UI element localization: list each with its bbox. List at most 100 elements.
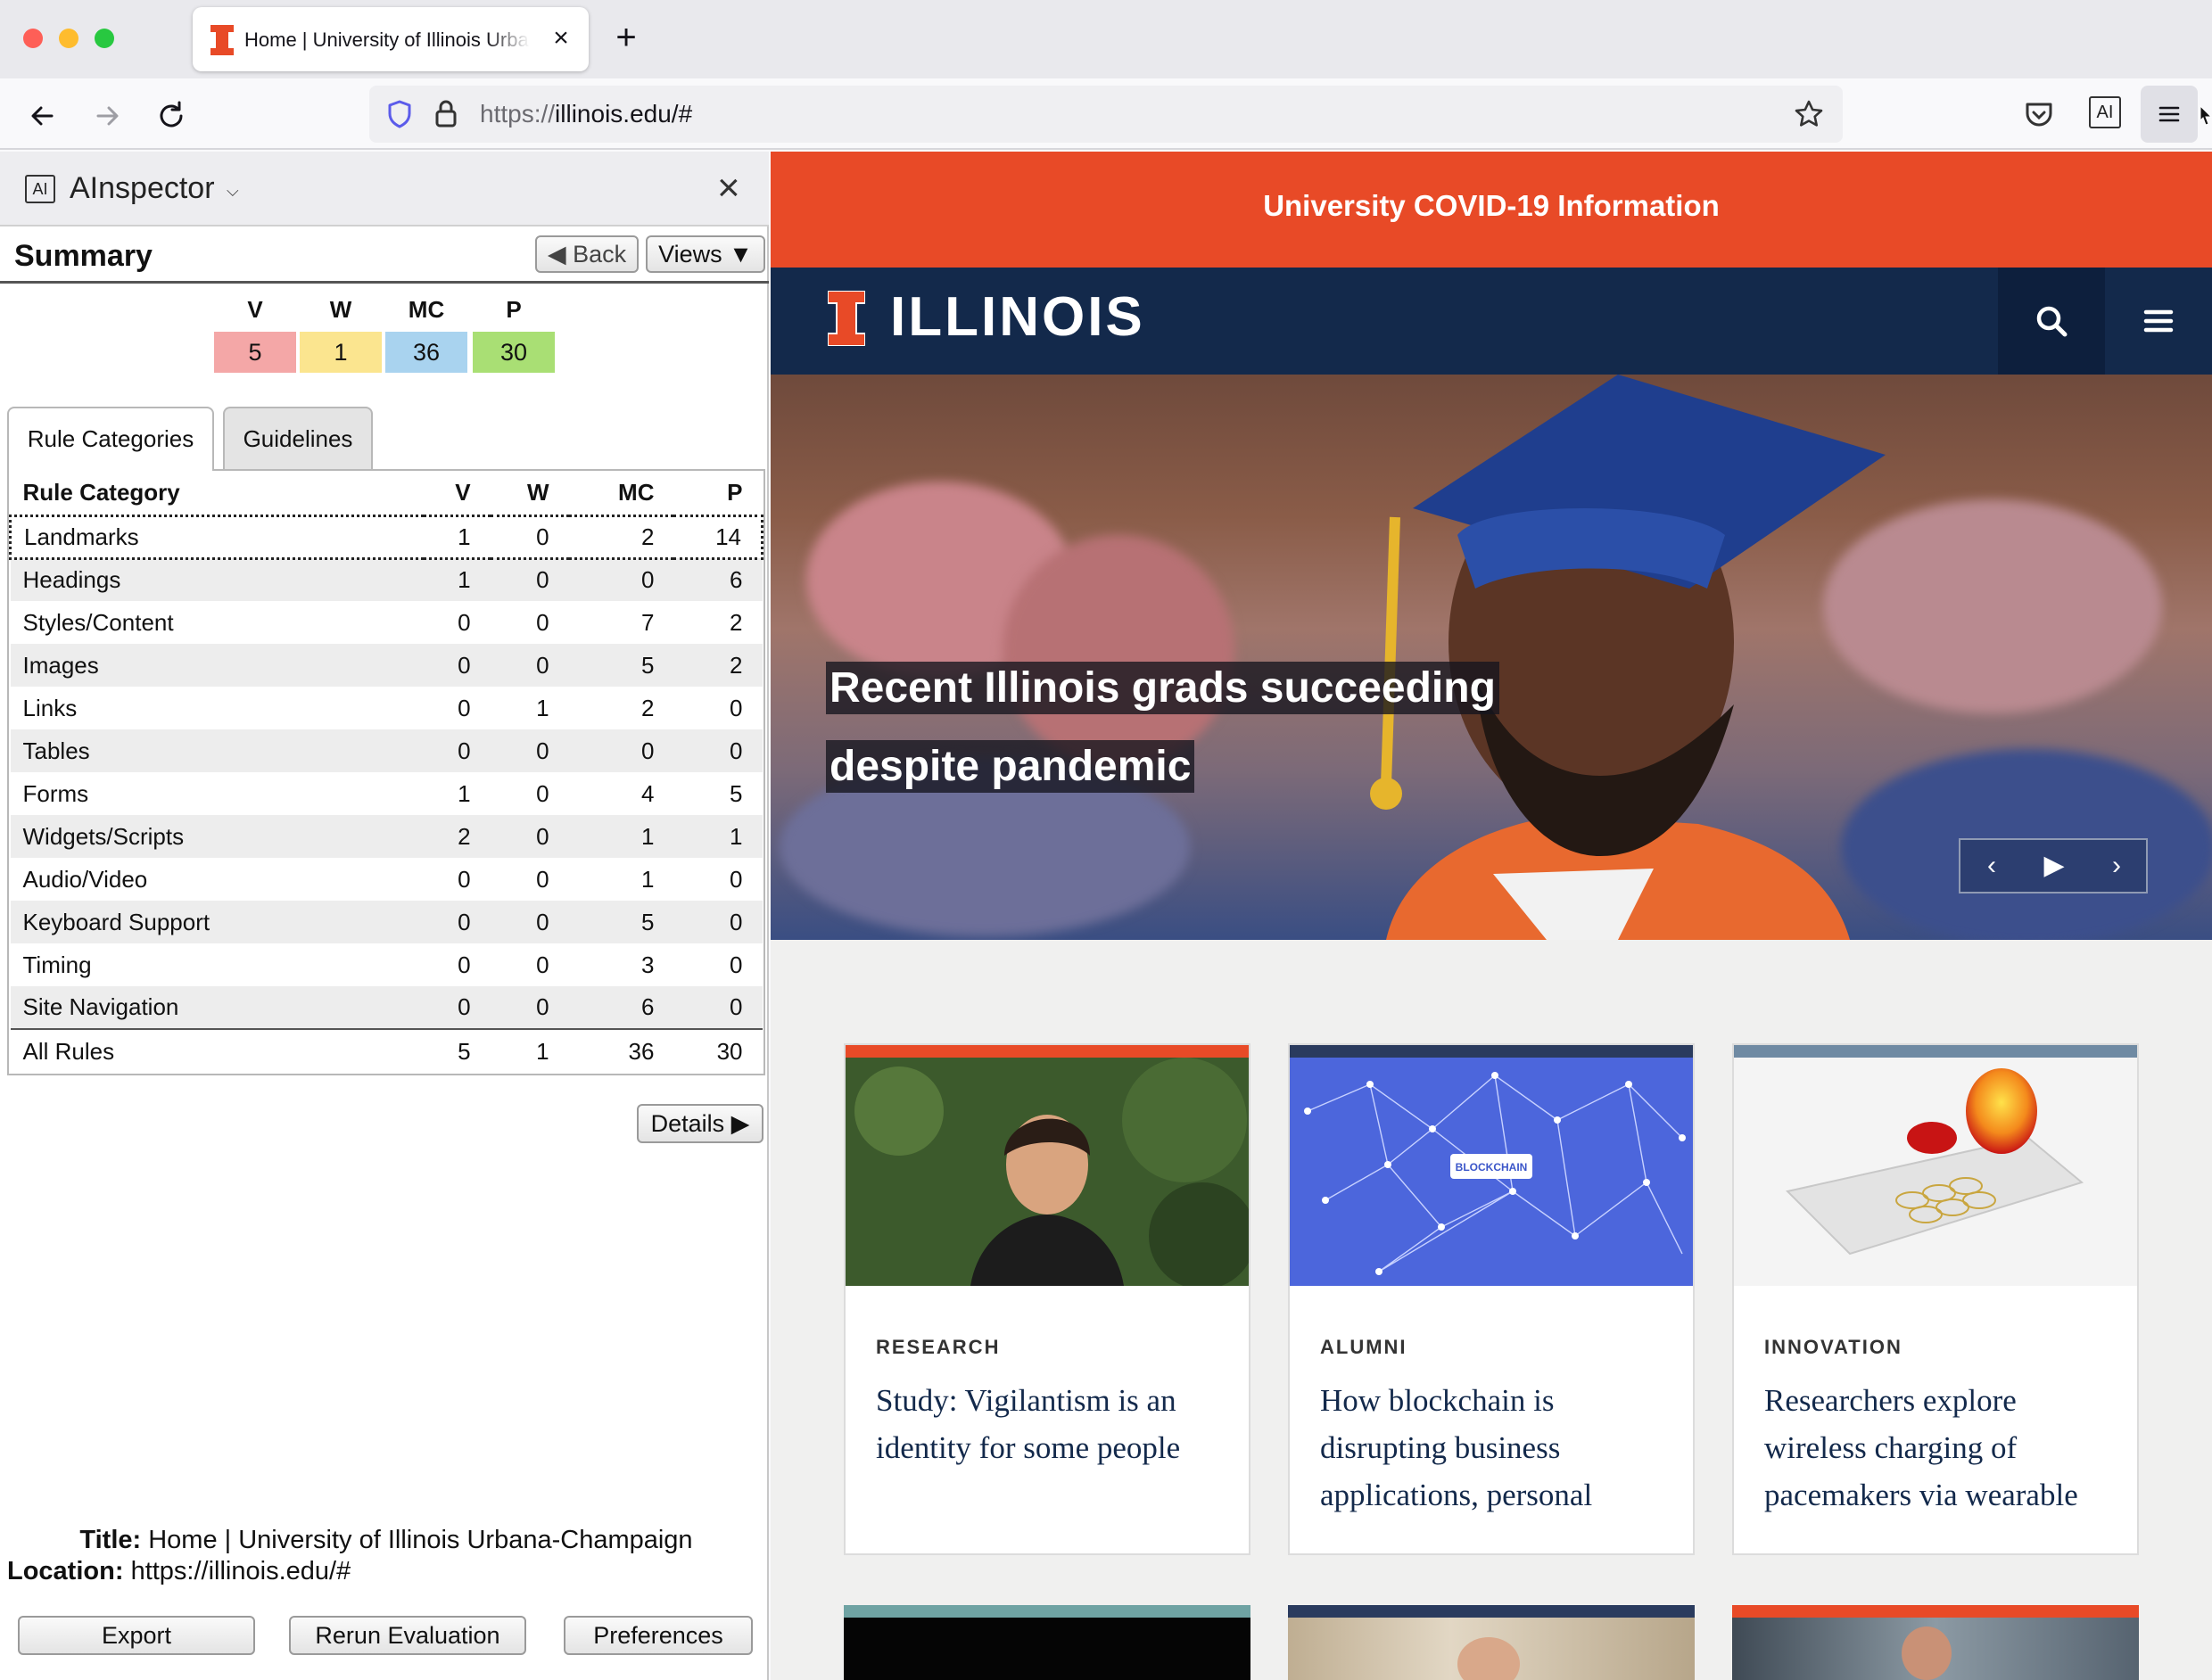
table-total-row[interactable]: All Rules 5 1 36 30 bbox=[10, 1028, 763, 1074]
carousel-prev-icon[interactable]: ‹ bbox=[1960, 840, 2023, 892]
story-card[interactable] bbox=[844, 1605, 1250, 1680]
card-title[interactable]: Researchers explore wireless charging of… bbox=[1764, 1377, 2112, 1519]
table-cell: 0 bbox=[458, 993, 471, 1020]
summary-label: V bbox=[247, 296, 263, 323]
preferences-button[interactable]: Preferences bbox=[564, 1616, 753, 1655]
minimize-window-button[interactable] bbox=[59, 29, 78, 48]
table-cell: 30 bbox=[673, 1028, 763, 1074]
card-title[interactable]: How blockchain is disrupting business ap… bbox=[1320, 1377, 1668, 1519]
table-row[interactable]: Styles/Content 0 0 7 2 bbox=[11, 601, 763, 644]
rerun-evaluation-button[interactable]: Rerun Evaluation bbox=[289, 1616, 526, 1655]
illinois-wordmark[interactable]: ILLINOIS bbox=[890, 285, 1145, 349]
web-page-viewport: University COVID-19 Information ILLINOIS bbox=[771, 152, 2212, 1680]
forward-icon[interactable] bbox=[86, 95, 128, 137]
close-window-button[interactable] bbox=[23, 29, 43, 48]
table-cell: 36 bbox=[568, 1028, 674, 1074]
hero-carousel: Recent Illinois grads succeeding despite… bbox=[771, 375, 2212, 940]
column-header[interactable]: V bbox=[424, 471, 491, 516]
table-row[interactable]: Landmarks 1 0 2 14 bbox=[9, 514, 764, 560]
table-cell: 4 bbox=[641, 779, 655, 807]
table-row[interactable]: Widgets/Scripts 2 0 1 1 bbox=[10, 815, 763, 858]
site-menu-button[interactable] bbox=[2105, 268, 2212, 375]
table-row[interactable]: Timing 0 0 3 0 bbox=[11, 943, 763, 986]
tab-close-icon[interactable]: × bbox=[546, 23, 576, 54]
table-cell: 2 bbox=[730, 608, 743, 636]
column-header[interactable]: P bbox=[673, 471, 763, 516]
table-cell: 1 bbox=[458, 779, 471, 807]
story-card[interactable]: BLOCKCHAIN ALUMNI How blockchain is disr… bbox=[1288, 1043, 1695, 1555]
lock-icon[interactable] bbox=[432, 98, 460, 130]
table-row[interactable]: Keyboard Support 0 0 5 0 bbox=[10, 901, 763, 943]
sidebar-header: AI AInspector ⌵ × bbox=[0, 152, 769, 226]
story-card[interactable] bbox=[1732, 1605, 2139, 1680]
table-row[interactable]: Site Navigation 0 0 6 0 bbox=[10, 986, 763, 1029]
covid-info-link[interactable]: University COVID-19 Information bbox=[771, 189, 2212, 223]
card-kicker: ALUMNI bbox=[1320, 1336, 1407, 1358]
url-bar[interactable]: https://illinois.edu/# bbox=[369, 86, 1843, 143]
table-row[interactable]: Audio/Video 0 0 1 0 bbox=[11, 858, 763, 901]
export-button[interactable]: Export bbox=[18, 1616, 255, 1655]
sidebar-title[interactable]: AInspector bbox=[70, 171, 215, 206]
story-card[interactable] bbox=[1288, 1605, 1695, 1680]
location-label: Location: bbox=[7, 1557, 124, 1585]
summary-heading: Summary bbox=[14, 239, 153, 273]
app-menu-button[interactable] bbox=[2141, 86, 2198, 143]
summary-value: 1 bbox=[300, 332, 382, 373]
back-button[interactable]: ◀ Back bbox=[535, 235, 639, 273]
card-accent bbox=[1734, 1045, 2137, 1058]
block-i-logo-icon[interactable] bbox=[828, 291, 865, 346]
table-cell: Landmarks bbox=[9, 514, 425, 560]
table-row[interactable]: Tables 0 0 0 0 bbox=[10, 729, 763, 772]
ainspector-toolbar-icon[interactable]: AI bbox=[2089, 96, 2121, 128]
table-cell: All Rules bbox=[10, 1028, 425, 1074]
table-cell: 1 bbox=[424, 514, 491, 560]
title-value: Home | University of Illinois Urbana-Cha… bbox=[148, 1526, 693, 1554]
hero-headline-line-1[interactable]: Recent Illinois grads succeeding bbox=[826, 662, 1499, 714]
story-card[interactable]: RESEARCH Study: Vigilantism is an identi… bbox=[844, 1043, 1250, 1555]
column-header[interactable]: Rule Category bbox=[10, 471, 425, 516]
table-row[interactable]: Headings 1 0 0 6 bbox=[10, 558, 763, 601]
table-cell: 0 bbox=[458, 951, 471, 978]
back-icon[interactable] bbox=[21, 95, 64, 137]
column-header[interactable]: MC bbox=[568, 471, 674, 516]
table-cell: 2 bbox=[458, 822, 471, 850]
table-cell: 1 bbox=[458, 566, 471, 594]
title-label: Title: bbox=[79, 1526, 142, 1554]
site-header: ILLINOIS bbox=[771, 268, 2212, 375]
bookmark-star-icon[interactable] bbox=[1793, 98, 1825, 130]
story-card[interactable]: INNOVATION Researchers explore wireless … bbox=[1732, 1043, 2139, 1555]
pocket-icon[interactable] bbox=[2021, 96, 2057, 132]
summary-label: P bbox=[506, 296, 522, 323]
card-title[interactable]: Study: Vigilantism is an identity for so… bbox=[876, 1377, 1224, 1471]
maximize-window-button[interactable] bbox=[95, 29, 114, 48]
table-row[interactable]: Images 0 0 5 2 bbox=[10, 644, 763, 687]
url-text[interactable]: https://illinois.edu/# bbox=[480, 100, 692, 128]
person-head bbox=[1902, 1626, 1952, 1680]
summary-label: W bbox=[329, 296, 352, 323]
reload-icon[interactable] bbox=[150, 95, 193, 137]
new-tab-button[interactable]: + bbox=[607, 20, 646, 59]
table-row[interactable]: Forms 1 0 4 5 bbox=[11, 772, 763, 815]
card-image bbox=[844, 1618, 1250, 1680]
shield-icon[interactable] bbox=[384, 98, 416, 130]
table-cell: 0 bbox=[458, 651, 471, 679]
carousel-play-icon[interactable]: ▶ bbox=[2023, 840, 2085, 892]
url-protocol: https:// bbox=[480, 100, 556, 128]
carousel-next-icon[interactable]: › bbox=[2085, 840, 2148, 892]
sidebar-close-icon[interactable]: × bbox=[717, 166, 740, 210]
tab-guidelines[interactable]: Guidelines bbox=[223, 407, 373, 471]
table-cell: 0 bbox=[730, 908, 743, 935]
table-row[interactable]: Links 0 1 2 0 bbox=[11, 687, 763, 729]
summary-value: 5 bbox=[214, 332, 296, 373]
rule-category-table: Rule Category V W MC P Landmarks 1 0 2 14 Hea… bbox=[9, 471, 764, 1074]
table-cell: 6 bbox=[641, 993, 655, 1020]
site-search-button[interactable] bbox=[1998, 268, 2105, 375]
column-header[interactable]: W bbox=[490, 471, 569, 516]
tab-title: Home | University of Illinois Urbana-Cha… bbox=[244, 29, 530, 51]
views-menu-button[interactable]: Views ▼ bbox=[646, 235, 765, 273]
hero-headline-line-2[interactable]: despite pandemic bbox=[826, 740, 1195, 793]
tab-rule-categories[interactable]: Rule Categories bbox=[7, 407, 214, 471]
chevron-down-icon[interactable]: ⌵ bbox=[227, 182, 239, 201]
browser-tab[interactable]: Home | University of Illinois Urbana-Cha… bbox=[193, 7, 589, 71]
details-button[interactable]: Details ▶ bbox=[637, 1104, 763, 1143]
